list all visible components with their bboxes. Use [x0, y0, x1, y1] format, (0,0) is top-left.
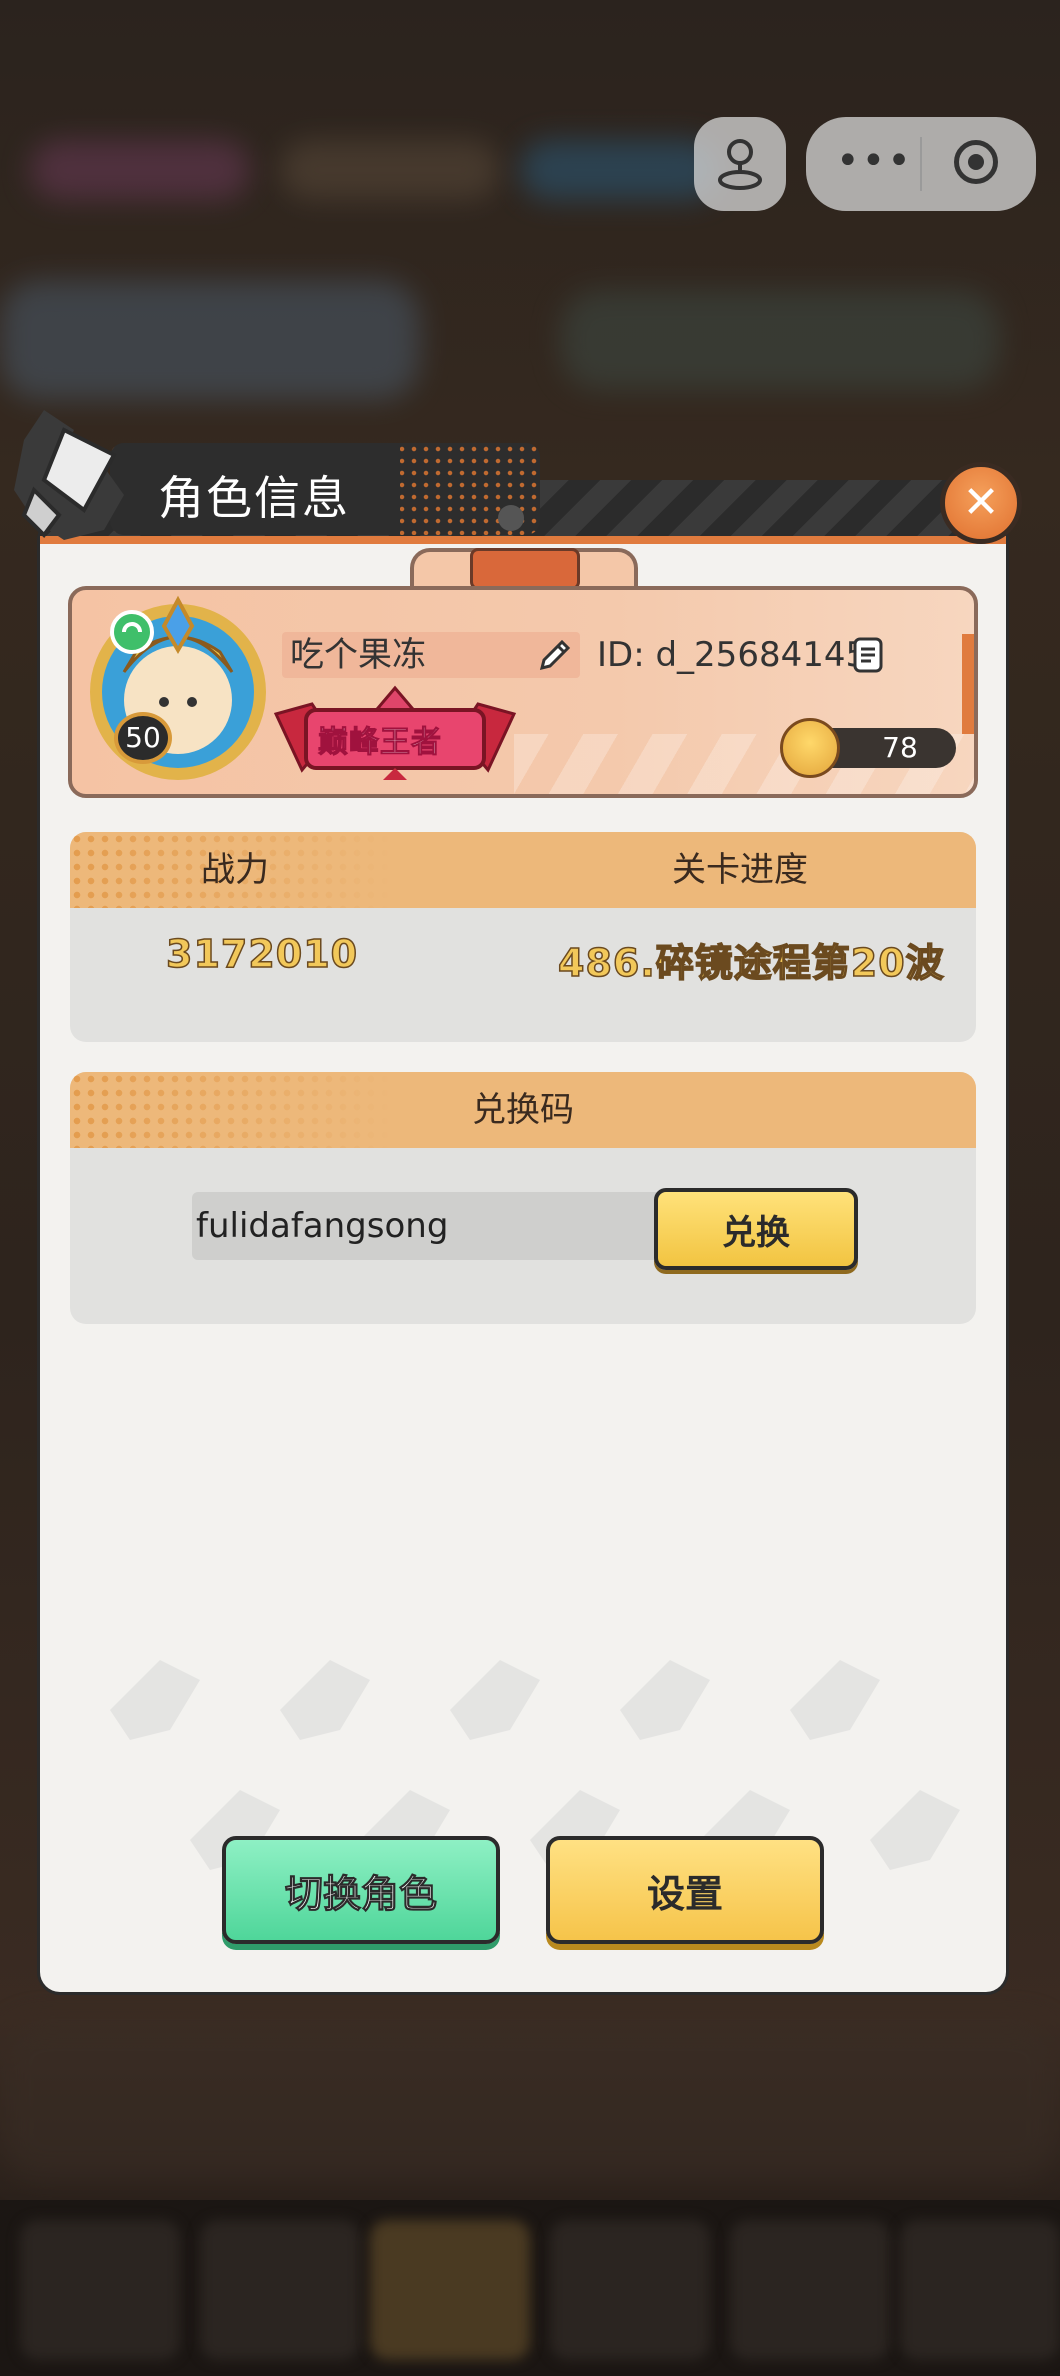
title-edit-icon	[498, 505, 524, 531]
exit-target-icon[interactable]	[954, 140, 998, 184]
power-value: 3172010	[165, 931, 359, 977]
redeem-button[interactable]: 兑换	[654, 1188, 858, 1270]
pencil-icon[interactable]	[534, 636, 574, 676]
progress-value: 486.碎镜途程第20波	[557, 940, 945, 986]
copy-icon[interactable]	[852, 636, 886, 674]
close-button[interactable]: ✕	[940, 462, 1022, 544]
thumbs-up-icon[interactable]	[780, 718, 840, 778]
settings-button[interactable]: 设置	[546, 1836, 824, 1944]
switch-role-button[interactable]: 切换角色	[222, 1836, 500, 1944]
sword-icon	[14, 410, 124, 540]
player-id: ID: d_25684145	[597, 635, 868, 675]
rank-title: 巅峰王者	[318, 725, 442, 761]
stats-panel: 战力 关卡进度 3172010 486.碎镜途程第20波	[70, 832, 976, 1042]
close-icon: ✕	[962, 477, 1000, 528]
joystick-icon	[718, 139, 762, 190]
redeem-code-input[interactable]	[192, 1192, 666, 1260]
avatar[interactable]	[80, 592, 276, 782]
redeem-header: 兑换码	[472, 1090, 574, 1130]
joystick-button[interactable]	[694, 117, 786, 211]
miniprogram-capsule: •••	[806, 117, 1036, 211]
progress-label: 关卡进度	[672, 850, 808, 890]
player-name: 吃个果冻	[290, 635, 426, 675]
like-count: 78	[882, 731, 918, 764]
dialog-title: 角色信息	[158, 471, 350, 525]
more-menu-icon[interactable]: •••	[836, 141, 911, 181]
power-label: 战力	[201, 850, 269, 890]
capsule-divider	[920, 137, 922, 191]
level-badge: 50	[114, 712, 172, 764]
redeem-panel: 兑换码 兑换	[70, 1072, 976, 1324]
bottom-nav-background	[0, 2200, 1060, 2376]
